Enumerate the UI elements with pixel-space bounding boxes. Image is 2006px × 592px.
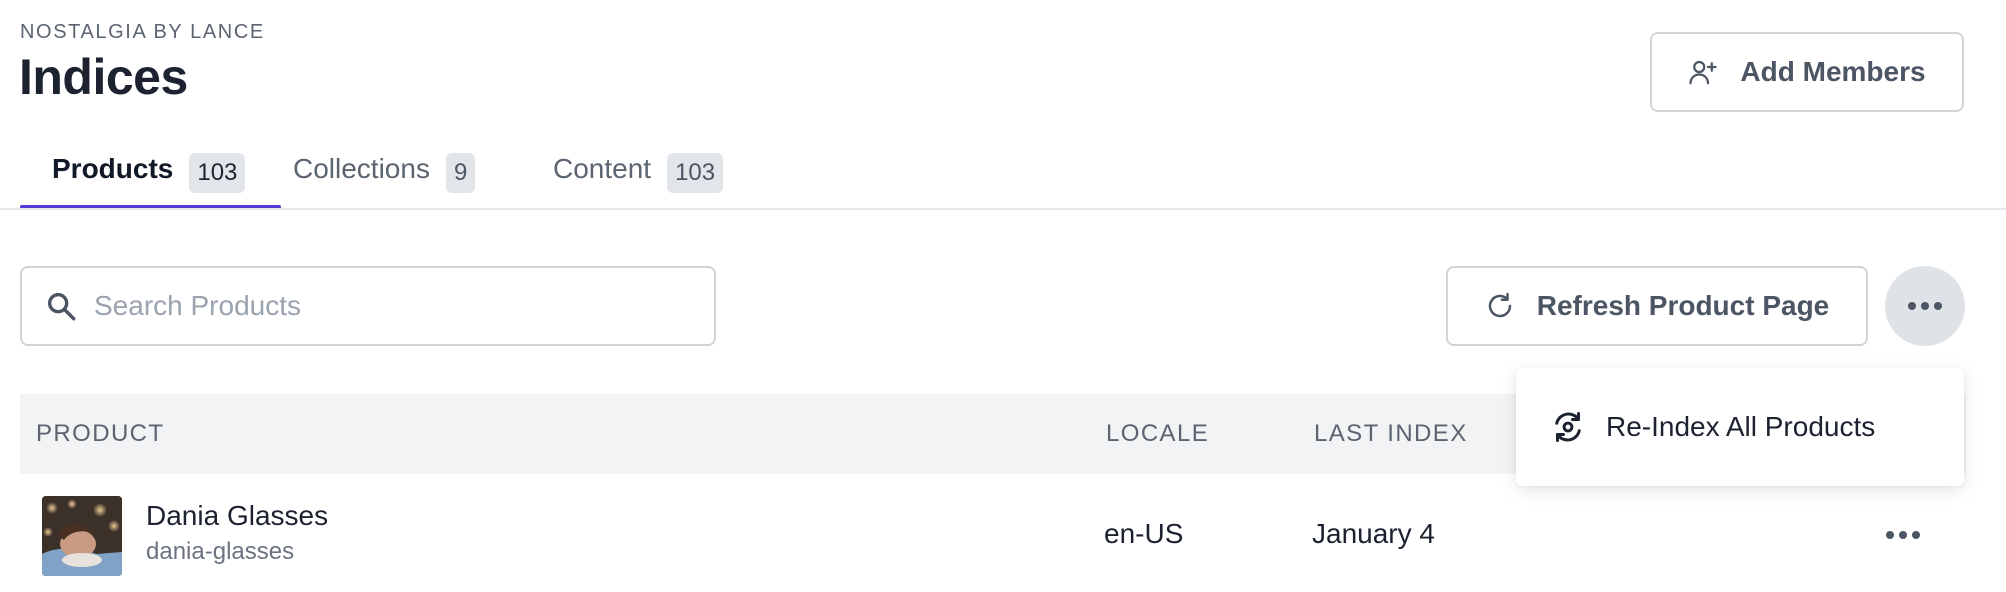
add-members-button[interactable]: Add Members xyxy=(1650,32,1964,112)
refresh-product-page-button[interactable]: Refresh Product Page xyxy=(1446,266,1868,346)
more-dots-icon xyxy=(1885,530,1921,540)
reindex-all-products-menu-item[interactable]: Re-Index All Products xyxy=(1516,368,1964,486)
tab-divider xyxy=(0,208,2006,210)
column-header-product: PRODUCT xyxy=(36,420,165,447)
page-title: Indices xyxy=(19,49,188,105)
tab-label: Products xyxy=(52,153,174,184)
reindex-icon xyxy=(1550,409,1586,445)
refresh-label: Refresh Product Page xyxy=(1536,290,1830,321)
product-thumbnail xyxy=(42,496,122,576)
tab-bar: Products 103 Collections 9 Content 103 xyxy=(20,148,724,209)
menu-item-label: Re-Index All Products xyxy=(1606,411,1876,442)
product-locale: en-US xyxy=(1104,518,1184,549)
more-options-menu: Re-Index All Products xyxy=(1516,368,1964,486)
product-last-index: January 4 xyxy=(1312,518,1435,549)
product-slug: dania-glasses xyxy=(146,538,295,565)
table-row[interactable]: Dania Glasses dania-glasses en-US Januar… xyxy=(20,480,1966,592)
search-box[interactable] xyxy=(20,266,716,346)
more-dots-icon xyxy=(1907,301,1943,311)
tab-collections[interactable]: Collections 9 xyxy=(293,148,551,208)
tab-products[interactable]: Products 103 xyxy=(20,148,281,209)
add-user-icon xyxy=(1688,57,1718,87)
tab-label: Collections xyxy=(293,153,430,184)
tab-count-badge: 103 xyxy=(189,153,246,193)
tab-label: Content xyxy=(553,153,652,184)
store-name: NOSTALGIA BY LANCE xyxy=(20,21,265,43)
search-icon xyxy=(44,289,78,323)
column-header-last-index: LAST INDEX xyxy=(1314,420,1468,447)
more-options-button[interactable] xyxy=(1885,266,1965,346)
row-actions-button[interactable] xyxy=(1878,510,1928,560)
tab-count-badge: 103 xyxy=(667,153,724,193)
search-input[interactable] xyxy=(94,290,674,322)
product-name[interactable]: Dania Glasses xyxy=(146,500,328,532)
tab-content[interactable]: Content 103 xyxy=(551,148,724,208)
column-header-locale: LOCALE xyxy=(1106,420,1210,447)
refresh-icon xyxy=(1485,291,1515,321)
tab-count-badge: 9 xyxy=(445,153,476,193)
add-members-label: Add Members xyxy=(1740,56,1926,87)
